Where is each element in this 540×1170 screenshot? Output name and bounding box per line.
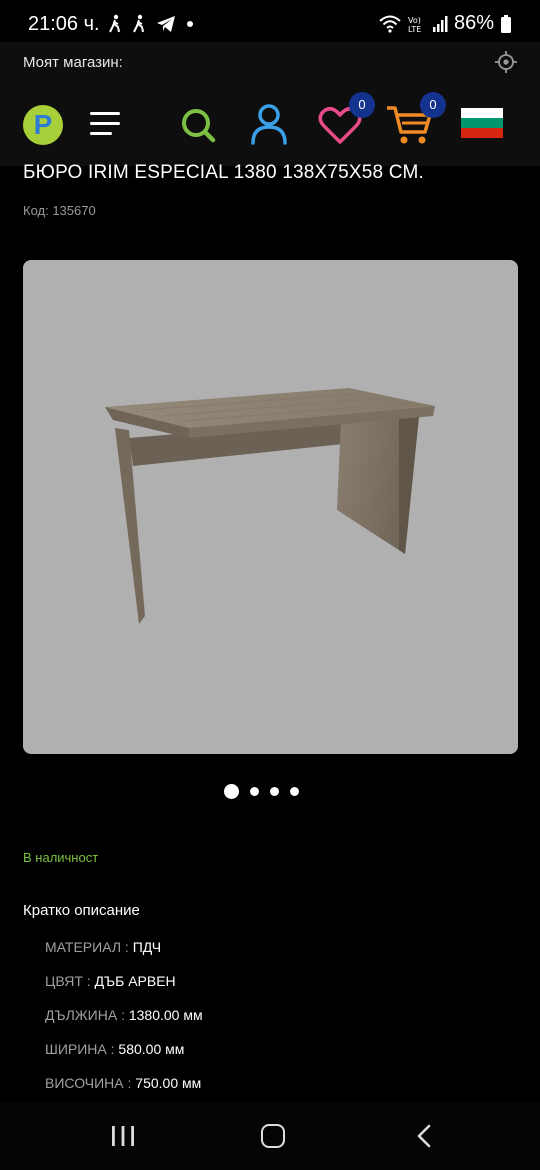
gallery-dot[interactable] <box>290 787 299 796</box>
battery-icon <box>501 14 511 33</box>
svg-text:LTE: LTE <box>408 25 421 34</box>
header-navbar: P 0 0 <box>0 82 540 166</box>
battery-percent: 86% <box>453 12 494 34</box>
spec-value: ПДЧ <box>132 939 162 955</box>
product-code: Код: 135670 <box>23 203 96 218</box>
spec-list: МАТЕРИАЛ : ПДЧ ЦВЯТ : ДЪБ АРВЕН ДЪЛЖИНА … <box>45 939 203 1109</box>
status-system-icons: Vo) LTE 86% <box>378 12 512 35</box>
gallery-dot[interactable] <box>270 787 279 796</box>
bulgaria-flag-icon[interactable] <box>461 108 503 138</box>
spec-row: МАТЕРИАЛ : ПДЧ <box>45 939 203 973</box>
volte-icon: Vo)LTE <box>408 16 421 34</box>
back-icon[interactable] <box>413 1124 437 1148</box>
status-notification-icons <box>108 14 194 34</box>
signal-icon <box>432 15 448 32</box>
spec-key: МАТЕРИАЛ : <box>45 939 133 955</box>
spec-row: ШИРИНА : 580.00 мм <box>45 1041 203 1075</box>
status-time: 21:06 ч. <box>28 13 100 35</box>
product-image[interactable] <box>23 260 518 754</box>
spec-key: ДЪЛЖИНА : <box>45 1007 129 1023</box>
search-icon[interactable] <box>178 102 218 146</box>
gallery-dot[interactable] <box>250 787 259 796</box>
short-description-heading: Кратко описание <box>23 902 140 919</box>
desk-illustration <box>105 388 435 624</box>
product-title: БЮРО IRIM ESPECIAL 1380 138X75X58 СМ. <box>23 162 425 183</box>
logo[interactable]: P <box>23 105 63 145</box>
telegram-icon <box>157 16 175 32</box>
spec-row: ЦВЯТ : ДЪБ АРВЕН <box>45 973 203 1007</box>
my-store-label: Моят магазин: <box>23 54 123 71</box>
spec-key: ВИСОЧИНА : <box>45 1075 136 1091</box>
recent-apps-icon[interactable] <box>111 1125 135 1147</box>
logo-letter-icon: P <box>33 109 53 140</box>
user-icon[interactable] <box>249 102 289 146</box>
system-navigation-bar <box>0 1102 540 1170</box>
cart-count-badge: 0 <box>420 92 446 118</box>
availability-status: В наличност <box>23 850 99 865</box>
store-selector-bar[interactable]: Моят магазин: <box>0 42 540 82</box>
spec-row: ДЪЛЖИНА : 1380.00 мм <box>45 1007 203 1041</box>
spec-value: 1380.00 мм <box>128 1007 203 1023</box>
gallery-pagination <box>224 784 299 799</box>
dot-icon <box>187 21 193 27</box>
spec-key: ЦВЯТ : <box>45 973 95 989</box>
spec-value: ДЪБ АРВЕН <box>94 973 176 989</box>
wifi-icon <box>379 15 401 33</box>
spec-value: 580.00 мм <box>118 1041 185 1057</box>
walking-icon <box>133 14 144 33</box>
menu-icon[interactable] <box>90 112 120 136</box>
wishlist-count-badge: 0 <box>349 92 375 118</box>
spec-value: 750.00 мм <box>135 1075 202 1091</box>
locate-icon[interactable] <box>494 50 518 74</box>
gallery-dot[interactable] <box>224 784 239 799</box>
spec-key: ШИРИНА : <box>45 1041 119 1057</box>
home-icon[interactable] <box>261 1124 285 1148</box>
svg-text:Vo): Vo) <box>408 16 421 25</box>
walking-icon <box>109 14 120 33</box>
